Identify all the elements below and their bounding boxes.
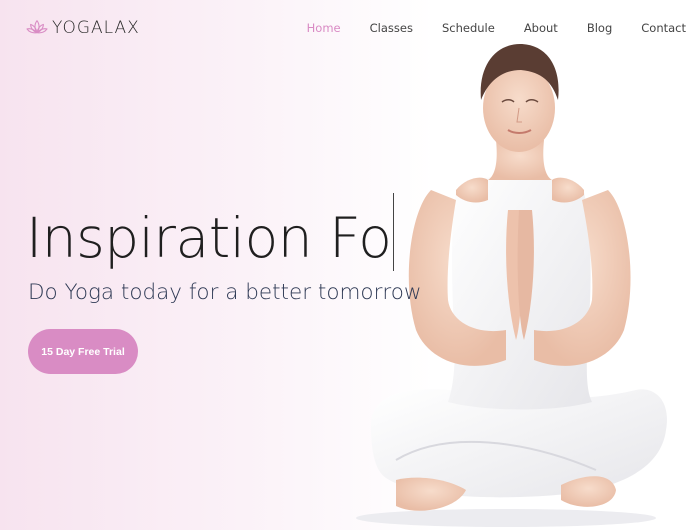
brand-name: YOGALAX [52, 18, 140, 38]
brand-logo[interactable]: YOGALAX [26, 18, 140, 38]
landing-page: YOGALAX Home Classes Schedule About Blog… [0, 0, 700, 530]
hero-title: Inspiration Fo [26, 192, 395, 271]
nav-home[interactable]: Home [307, 21, 341, 35]
free-trial-button[interactable]: 15 Day Free Trial [28, 329, 138, 374]
hero-subtitle: Do Yoga today for a better tomorrow [28, 279, 422, 305]
hero-title-text: Inspiration Fo [26, 205, 392, 270]
lotus-icon [26, 20, 48, 34]
typing-caret [393, 192, 395, 271]
